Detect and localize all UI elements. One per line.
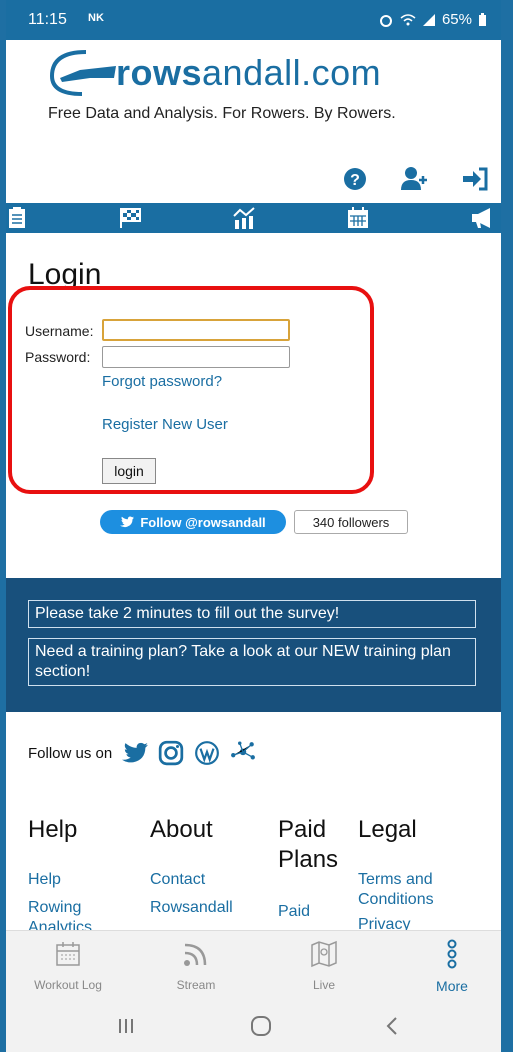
status-time: 11:15 bbox=[28, 11, 67, 28]
logo-text: rowsandall.com bbox=[116, 52, 381, 94]
twitter-follow-button[interactable]: Follow @rowsandall bbox=[100, 510, 286, 534]
add-user-icon[interactable] bbox=[401, 166, 429, 192]
svg-text:?: ? bbox=[350, 172, 360, 189]
nav-stream-label: Stream bbox=[176, 978, 216, 992]
footer-help-title: Help bbox=[28, 816, 78, 843]
app-frame: 11:15 NK 65% rowsandall.com Free Data an… bbox=[6, 0, 501, 1052]
wifi-icon bbox=[400, 13, 416, 25]
training-plan-notice[interactable]: Need a training plan? Take a look at our… bbox=[28, 638, 476, 686]
main-nav bbox=[6, 203, 501, 233]
followers-count: 340 followers bbox=[294, 510, 408, 534]
megaphone-icon[interactable] bbox=[470, 206, 494, 230]
password-input[interactable] bbox=[102, 346, 290, 368]
nav-live[interactable]: Live bbox=[274, 939, 374, 992]
battery-icon bbox=[479, 12, 486, 26]
recent-apps-icon[interactable] bbox=[111, 1012, 141, 1040]
header-actions: ? bbox=[341, 166, 501, 192]
register-link[interactable]: Register New User bbox=[102, 416, 228, 433]
calendar-icon[interactable] bbox=[346, 206, 370, 230]
instagram-icon[interactable] bbox=[158, 740, 184, 766]
home-icon[interactable] bbox=[246, 1012, 276, 1040]
forgot-password-link[interactable]: Forgot password? bbox=[102, 373, 222, 390]
nav-more-label: More bbox=[436, 978, 468, 994]
highlight-annotation bbox=[8, 286, 374, 494]
battery-level: 65% bbox=[441, 11, 472, 28]
more-icon bbox=[447, 939, 457, 969]
username-input[interactable] bbox=[102, 319, 290, 341]
clipboard-icon[interactable] bbox=[6, 206, 30, 230]
app-bottom-nav: Workout Log Stream Live More bbox=[6, 930, 501, 1001]
signal-icon bbox=[422, 13, 435, 26]
footer-help-link[interactable]: Help bbox=[28, 870, 61, 890]
status-icons: 65% bbox=[378, 11, 487, 28]
nav-live-label: Live bbox=[312, 978, 335, 992]
chart-icon[interactable] bbox=[232, 206, 256, 230]
checkered-flag-icon[interactable] bbox=[118, 206, 142, 230]
footer-about-title: About bbox=[150, 816, 213, 843]
password-label: Password: bbox=[25, 349, 91, 365]
back-icon[interactable] bbox=[378, 1012, 408, 1040]
logo-text-light: andall.com bbox=[202, 52, 382, 93]
status-bar: 11:15 NK 65% bbox=[6, 0, 501, 40]
site-logo[interactable]: rowsandall.com bbox=[46, 42, 426, 102]
twitter-social-icon[interactable] bbox=[122, 740, 149, 766]
footer-terms-link[interactable]: Terms and Conditions bbox=[358, 870, 458, 910]
tagline: Free Data and Analysis. For Rowers. By R… bbox=[48, 105, 396, 122]
map-icon bbox=[311, 940, 337, 968]
wordpress-icon[interactable] bbox=[194, 740, 220, 766]
logo-text-bold: rows bbox=[116, 52, 203, 93]
footer-contact-link[interactable]: Contact bbox=[150, 870, 205, 890]
footer-paid-link[interactable]: Paid bbox=[278, 902, 310, 922]
nav-workout-log[interactable]: Workout Log bbox=[18, 939, 118, 992]
announcement-section: Please take 2 minutes to fill out the su… bbox=[6, 578, 501, 712]
username-label: Username: bbox=[25, 323, 94, 339]
footer-paid-plans-title: Paid Plans bbox=[278, 816, 339, 873]
twitter-icon bbox=[120, 516, 135, 528]
rss-icon bbox=[184, 943, 207, 966]
carrier-badge: NK bbox=[88, 12, 104, 24]
follow-us-row: Follow us on bbox=[28, 740, 256, 766]
network-icon[interactable] bbox=[230, 740, 256, 766]
footer-legal-title: Legal bbox=[358, 816, 417, 843]
system-nav-bar bbox=[6, 1000, 501, 1052]
help-icon[interactable]: ? bbox=[341, 166, 369, 192]
rowing-logo-icon bbox=[49, 50, 116, 96]
nav-workout-log-label: Workout Log bbox=[34, 978, 102, 992]
twitter-follow-label: Follow @rowsandall bbox=[140, 514, 266, 530]
footer-rowsandall-link[interactable]: Rowsandall bbox=[150, 898, 233, 918]
alarm-icon bbox=[379, 14, 392, 27]
calendar-icon bbox=[56, 942, 80, 966]
survey-notice[interactable]: Please take 2 minutes to fill out the su… bbox=[28, 600, 476, 628]
login-button[interactable]: login bbox=[102, 458, 156, 484]
follow-us-label: Follow us on bbox=[28, 744, 113, 762]
sign-in-icon[interactable] bbox=[461, 166, 489, 192]
nav-stream[interactable]: Stream bbox=[146, 939, 246, 992]
nav-more[interactable]: More bbox=[402, 939, 501, 994]
